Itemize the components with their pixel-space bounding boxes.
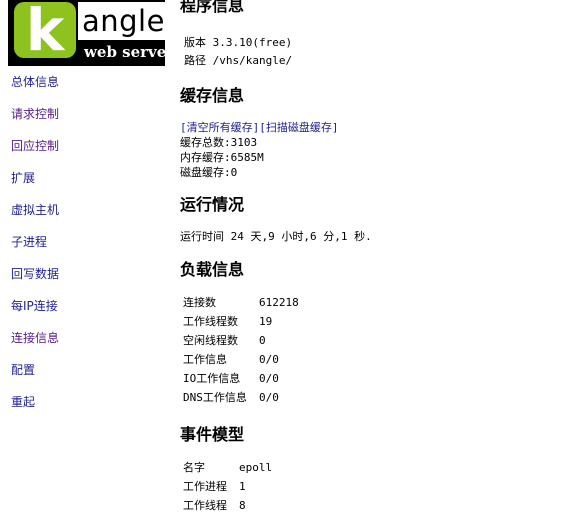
cache-memory: 内存缓存:6585M xyxy=(180,151,264,164)
sidebar-item-config[interactable]: 配置 xyxy=(11,360,161,392)
sidebar-item-writeback[interactable]: 回写数据 xyxy=(11,264,161,296)
event-value-name: epoll xyxy=(239,461,273,474)
event-model-table: 名字 epoll 工作进程 1 工作线程 8 xyxy=(183,458,272,515)
sidebar-item-restart[interactable]: 重起 xyxy=(11,392,161,424)
sidebar-item-subprocess[interactable]: 子进程 xyxy=(11,232,161,264)
program-info-title: 程序信息 xyxy=(180,0,245,15)
load-value-idle-threads: 0 xyxy=(259,334,266,347)
program-info-block: 版本 3.3.10(free) 路径 /vhs/kangle/ xyxy=(184,34,292,70)
event-label-name: 名字 xyxy=(183,461,205,474)
cache-info-title: 缓存信息 xyxy=(180,86,245,105)
cache-total: 缓存总数:3103 xyxy=(180,136,258,149)
sidebar-item-overview[interactable]: 总体信息 xyxy=(11,72,161,104)
load-value-connections: 612218 xyxy=(259,296,299,309)
load-info-table: 连接数 612218 工作线程数 19 空闲线程数 0 工作信息 0/0 IO工… xyxy=(183,293,299,407)
logo-k-mark: k xyxy=(14,1,76,59)
table-row: DNS工作信息 0/0 xyxy=(183,388,299,407)
load-value-dns-work-info: 0/0 xyxy=(259,391,279,404)
event-model-block: 名字 epoll 工作进程 1 工作线程 8 xyxy=(183,458,272,515)
kangle-logo: k angle web server xyxy=(8,0,174,66)
load-value-io-work-info: 0/0 xyxy=(259,372,279,385)
sidebar-item-per-ip[interactable]: 每IP连接 xyxy=(11,296,161,328)
load-value-work-info: 0/0 xyxy=(259,353,279,366)
event-value-worker-process: 1 xyxy=(239,480,246,493)
load-info-title: 负载信息 xyxy=(180,260,245,279)
sidebar-item-response-control[interactable]: 回应控制 xyxy=(11,136,161,168)
table-row: 连接数 612218 xyxy=(183,293,299,312)
sidebar-item-request-control[interactable]: 请求控制 xyxy=(11,104,161,136)
table-row: 工作线程 8 xyxy=(183,496,272,515)
event-label-worker-thread: 工作线程 xyxy=(183,499,227,512)
logo-tagline: web server xyxy=(84,43,175,61)
sidebar-nav: 总体信息 请求控制 回应控制 扩展 虚拟主机 子进程 回写数据 每IP连接 连接… xyxy=(11,72,161,424)
scan-disk-cache-link[interactable]: [扫描磁盘缓存] xyxy=(259,121,338,134)
runtime-uptime: 运行时间 24 天,9 小时,6 分,1 秒. xyxy=(180,230,372,243)
sidebar-item-connections[interactable]: 连接信息 xyxy=(11,328,161,360)
event-value-worker-thread: 8 xyxy=(239,499,246,512)
cache-info-block: [清空所有缓存][扫描磁盘缓存] 缓存总数:3103 内存缓存:6585M 磁盘… xyxy=(180,120,339,180)
load-label-io-work-info: IO工作信息 xyxy=(183,372,241,385)
load-label-connections: 连接数 xyxy=(183,296,216,309)
clear-all-cache-link[interactable]: [清空所有缓存] xyxy=(180,121,259,134)
load-label-idle-threads: 空闲线程数 xyxy=(183,334,238,347)
runtime-title: 运行情况 xyxy=(180,195,245,214)
load-value-worker-threads: 19 xyxy=(259,315,273,328)
logo-wordmark: angle xyxy=(78,2,165,40)
sidebar-item-virtual-host[interactable]: 虚拟主机 xyxy=(11,200,161,232)
table-row: 名字 epoll xyxy=(183,458,272,477)
load-info-block: 连接数 612218 工作线程数 19 空闲线程数 0 工作信息 0/0 IO工… xyxy=(183,293,299,407)
program-path: 路径 /vhs/kangle/ xyxy=(184,54,293,67)
table-row: IO工作信息 0/0 xyxy=(183,369,299,388)
cache-disk: 磁盘缓存:0 xyxy=(180,166,238,179)
sidebar-item-extend[interactable]: 扩展 xyxy=(11,168,161,200)
event-model-title: 事件模型 xyxy=(180,425,245,444)
program-version: 版本 3.3.10(free) xyxy=(184,36,293,49)
load-label-work-info: 工作信息 xyxy=(183,353,227,366)
load-label-worker-threads: 工作线程数 xyxy=(183,315,238,328)
load-label-dns-work-info: DNS工作信息 xyxy=(183,391,247,404)
runtime-block: 运行时间 24 天,9 小时,6 分,1 秒. xyxy=(180,229,372,244)
table-row: 工作信息 0/0 xyxy=(183,350,299,369)
table-row: 工作线程数 19 xyxy=(183,312,299,331)
event-label-worker-process: 工作进程 xyxy=(183,480,227,493)
cache-actions: [清空所有缓存][扫描磁盘缓存] xyxy=(180,120,339,135)
table-row: 工作进程 1 xyxy=(183,477,272,496)
table-row: 空闲线程数 0 xyxy=(183,331,299,350)
